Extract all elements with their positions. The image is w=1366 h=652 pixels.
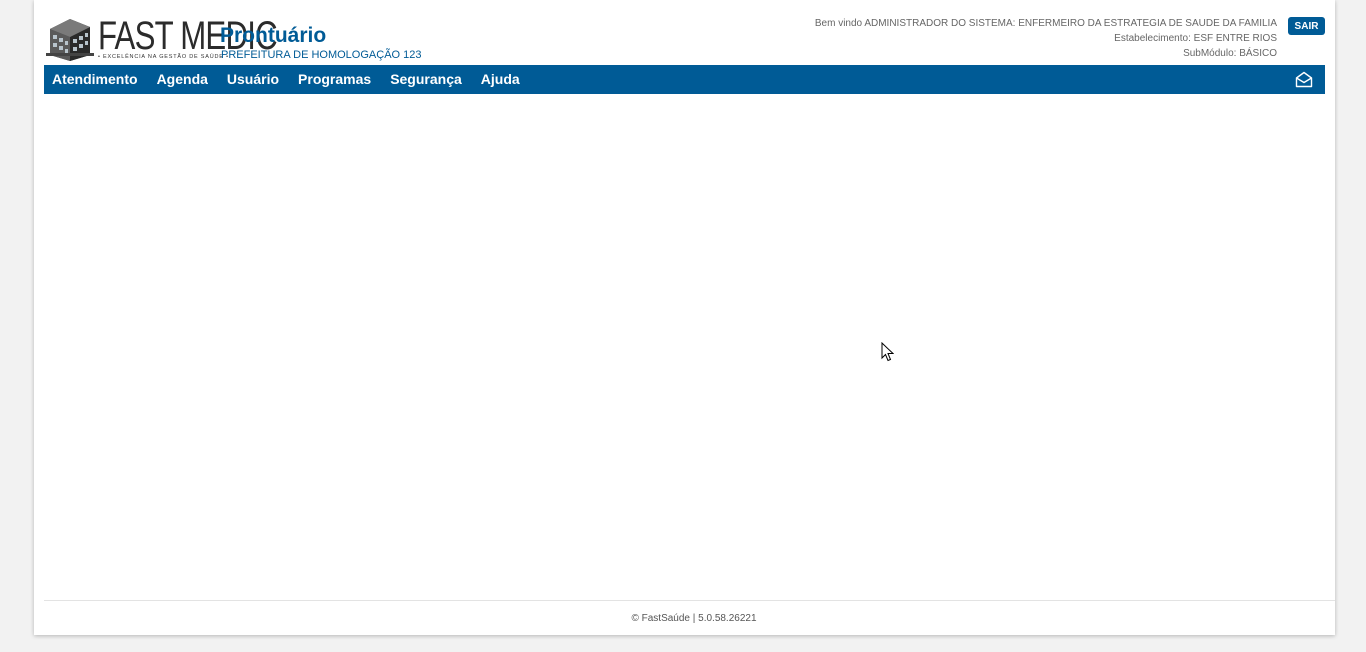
header: FAST MEDIC • EXCELÊNCIA NA GESTÃO DE SAÚ…: [44, 0, 1325, 65]
mouse-cursor-icon: [881, 342, 894, 362]
app-subtitle: PREFEITURA DE HOMOLOGAÇÃO 123: [221, 49, 422, 61]
nav-item-ajuda[interactable]: Ajuda: [473, 65, 528, 94]
footer-text: © FastSaúde | 5.0.58.26221: [631, 613, 757, 624]
nav-item-atendimento[interactable]: Atendimento: [44, 65, 146, 94]
app-title: Prontuário: [220, 24, 327, 47]
nav-menu: Atendimento Agenda Usuário Programas Seg…: [44, 65, 531, 94]
footer-divider: [44, 600, 1335, 601]
building-logo-icon: [46, 19, 94, 61]
envelope-open-icon[interactable]: [1295, 71, 1313, 88]
main-navbar: Atendimento Agenda Usuário Programas Seg…: [44, 65, 1325, 94]
fast-medic-logo: FAST MEDIC • EXCELÊNCIA NA GESTÃO DE SAÚ…: [46, 13, 278, 63]
submodule-text: SubMódulo: BÁSICO: [1183, 48, 1277, 59]
nav-item-usuario[interactable]: Usuário: [219, 65, 287, 94]
welcome-text: Bem vindo ADMINISTRADOR DO SISTEMA: ENFE…: [814, 18, 1277, 29]
nav-item-programas[interactable]: Programas: [290, 65, 379, 94]
nav-item-seguranca[interactable]: Segurança: [382, 65, 470, 94]
logo-tagline: • EXCELÊNCIA NA GESTÃO DE SAÚDE •: [98, 54, 229, 60]
page-container: FAST MEDIC • EXCELÊNCIA NA GESTÃO DE SAÚ…: [34, 0, 1335, 635]
logout-button[interactable]: SAIR: [1288, 17, 1325, 35]
nav-item-agenda[interactable]: Agenda: [149, 65, 216, 94]
user-info: Bem vindo ADMINISTRADOR DO SISTEMA: ENFE…: [815, 16, 1277, 61]
establishment-text: Estabelecimento: ESF ENTRE RIOS: [1114, 33, 1277, 44]
